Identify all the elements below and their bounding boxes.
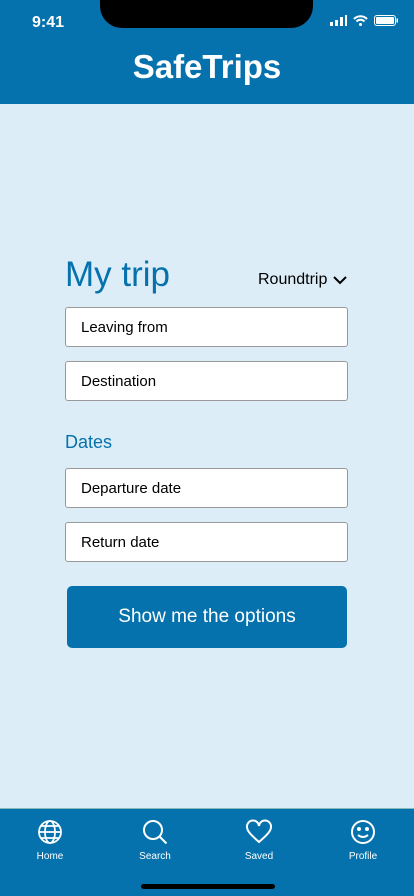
tab-search[interactable]: Search: [115, 819, 195, 862]
destination-input[interactable]: Destination: [65, 361, 348, 401]
show-options-button[interactable]: Show me the options: [67, 586, 347, 648]
return-date-input[interactable]: Return date: [65, 522, 348, 562]
app-title: SafeTrips: [132, 48, 282, 85]
status-icons: [330, 15, 398, 26]
search-icon: [143, 820, 168, 845]
dates-label: Dates: [65, 432, 113, 452]
tab-bar: Home Search Saved Profile: [0, 808, 414, 896]
heart-icon: [246, 819, 272, 844]
leaving-from-input[interactable]: Leaving from: [65, 307, 348, 347]
signal-icon: [330, 15, 347, 26]
smiley-icon: [351, 820, 375, 844]
trip-type-dropdown[interactable]: Roundtrip: [258, 271, 348, 289]
notch: [100, 0, 313, 28]
app-header: 9:41 SafeTrips: [0, 0, 414, 104]
tab-search-label: Search: [139, 851, 171, 862]
status-time: 9:41: [32, 14, 65, 31]
tab-profile[interactable]: Profile: [323, 819, 403, 862]
page-title: My trip: [65, 255, 170, 294]
chevron-down-icon: [333, 275, 348, 284]
tab-profile-label: Profile: [348, 851, 378, 862]
home-indicator: [141, 884, 275, 889]
wifi-icon: [353, 15, 368, 26]
battery-icon: [374, 15, 398, 26]
tab-saved[interactable]: Saved: [219, 819, 299, 862]
globe-icon: [38, 820, 62, 844]
departure-date-input[interactable]: Departure date: [65, 468, 348, 508]
tab-home[interactable]: Home: [10, 819, 90, 862]
trip-type-label: Roundtrip: [258, 271, 328, 288]
tab-saved-label: Saved: [244, 851, 274, 862]
tab-home-label: Home: [36, 851, 64, 862]
